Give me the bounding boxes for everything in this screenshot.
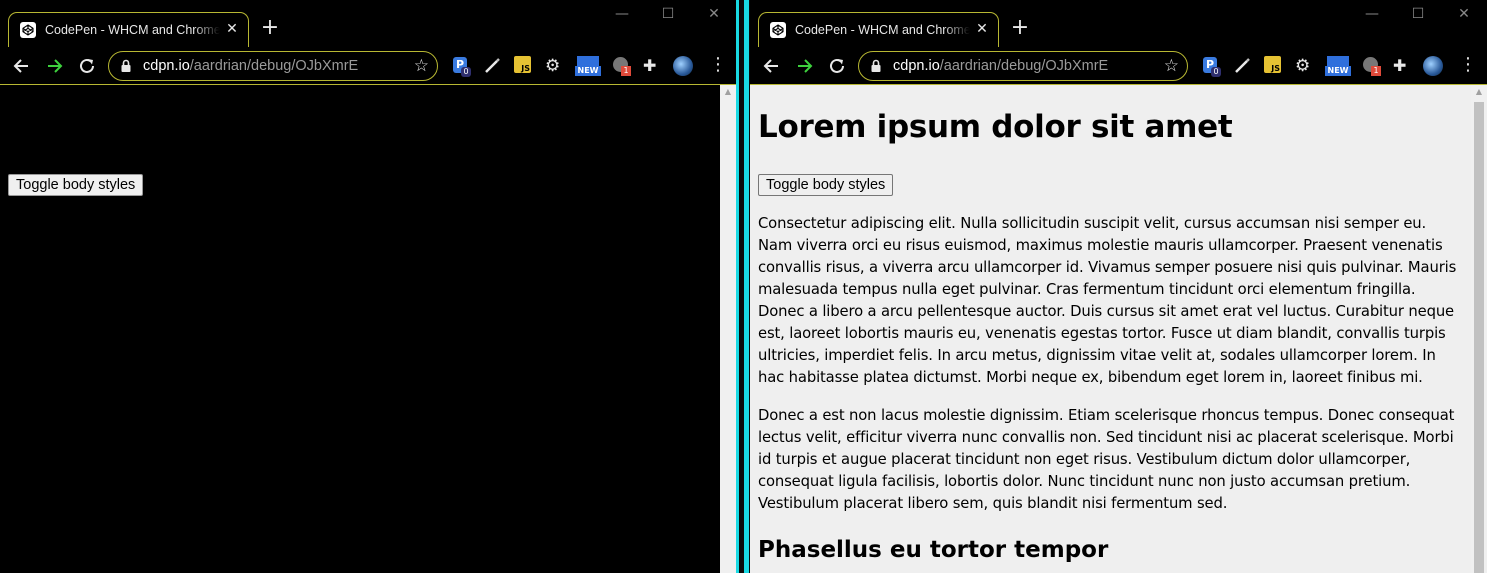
- codepen-icon: [20, 22, 36, 38]
- reload-icon[interactable]: [826, 55, 848, 77]
- lock-icon: [121, 59, 131, 72]
- toolbar: cdpn.io/aardrian/debug/OJbXmrE ☆ P 0 JS …: [0, 47, 736, 85]
- lock-icon: [871, 59, 881, 72]
- p-extension-icon[interactable]: P 0: [1201, 56, 1221, 77]
- close-window-icon[interactable]: ✕: [1454, 6, 1474, 22]
- paragraph: Donec a est non lacus molestie dignissim…: [758, 407, 1455, 512]
- bookmark-star-icon[interactable]: ☆: [1164, 56, 1179, 76]
- js-extension-icon[interactable]: JS: [1264, 56, 1281, 73]
- tab-close-icon[interactable]: ✕: [974, 21, 990, 37]
- back-arrow-icon[interactable]: [761, 55, 783, 77]
- browser-window-left: CodePen - WHCM and Chrome Extension ✕ + …: [0, 0, 736, 573]
- js-extension-icon[interactable]: JS: [514, 56, 531, 73]
- codepen-icon: [770, 22, 786, 38]
- tab-strip: CodePen - WHCM and Chrome Extension ✕ + …: [750, 0, 1487, 47]
- address-bar[interactable]: cdpn.io/aardrian/debug/OJbXmrE ☆: [858, 51, 1188, 81]
- tab-strip: CodePen - WHCM and Chrome Extension ✕ + …: [0, 0, 736, 47]
- tab-title: CodePen - WHCM and Chrome Extension: [45, 23, 220, 37]
- paragraph: Consectetur adipiscing elit. Nulla solli…: [758, 215, 1457, 386]
- new-tab-button[interactable]: +: [259, 17, 281, 39]
- scrollbar[interactable]: ▲: [720, 85, 736, 573]
- scroll-thumb[interactable]: [1474, 102, 1484, 573]
- new-extension-icon[interactable]: NEW: [575, 56, 601, 76]
- tab-close-icon[interactable]: ✕: [224, 21, 240, 37]
- toggle-body-styles-button[interactable]: Toggle body styles: [758, 174, 894, 196]
- kebab-menu-icon[interactable]: ⋮: [709, 55, 727, 75]
- gear-extension-icon[interactable]: ⚙: [545, 56, 565, 76]
- maximize-icon[interactable]: ☐: [658, 6, 678, 22]
- pen-extension-icon[interactable]: [482, 56, 502, 76]
- section-heading: Phasellus eu tortor tempor: [758, 537, 1109, 563]
- bookmark-star-icon[interactable]: ☆: [414, 56, 429, 76]
- new-extension-icon[interactable]: NEW: [1325, 56, 1351, 76]
- page-viewport-dark: Toggle body styles ▲: [0, 85, 736, 573]
- page-heading: Lorem ipsum dolor sit amet: [758, 109, 1233, 145]
- globe-profile-icon[interactable]: [1423, 56, 1443, 76]
- gear-extension-icon[interactable]: ⚙: [1295, 56, 1315, 76]
- address-bar[interactable]: cdpn.io/aardrian/debug/OJbXmrE ☆: [108, 51, 438, 81]
- puzzle-extension-icon[interactable]: ✚: [643, 56, 663, 76]
- close-window-icon[interactable]: ✕: [704, 6, 724, 22]
- grey-extension-icon[interactable]: 1: [612, 56, 632, 76]
- toolbar: cdpn.io/aardrian/debug/OJbXmrE ☆ P 0 JS …: [750, 47, 1487, 85]
- scroll-up-arrow-icon[interactable]: ▲: [1471, 85, 1487, 99]
- new-tab-button[interactable]: +: [1009, 17, 1031, 39]
- tab-codepen[interactable]: CodePen - WHCM and Chrome Extension ✕: [8, 12, 249, 47]
- puzzle-extension-icon[interactable]: ✚: [1393, 56, 1413, 76]
- minimize-icon[interactable]: —: [1362, 6, 1382, 22]
- url-text: cdpn.io/aardrian/debug/OJbXmrE: [893, 58, 1109, 74]
- pen-extension-icon[interactable]: [1232, 56, 1252, 76]
- tab-title: CodePen - WHCM and Chrome Extension: [795, 23, 970, 37]
- kebab-menu-icon[interactable]: ⋮: [1459, 55, 1477, 75]
- back-arrow-icon[interactable]: [11, 55, 33, 77]
- globe-profile-icon[interactable]: [673, 56, 693, 76]
- grey-extension-icon[interactable]: 1: [1362, 56, 1382, 76]
- scrollbar[interactable]: ▲: [1471, 85, 1487, 573]
- toggle-body-styles-button[interactable]: Toggle body styles: [8, 174, 144, 196]
- scroll-up-arrow-icon[interactable]: ▲: [720, 85, 736, 99]
- url-text: cdpn.io/aardrian/debug/OJbXmrE: [143, 58, 359, 74]
- minimize-icon[interactable]: —: [612, 6, 632, 22]
- tab-codepen[interactable]: CodePen - WHCM and Chrome Extension ✕: [758, 12, 999, 47]
- forward-arrow-icon[interactable]: [43, 55, 65, 77]
- p-extension-icon[interactable]: P 0: [451, 56, 471, 77]
- reload-icon[interactable]: [76, 55, 98, 77]
- page-viewport-light: Lorem ipsum dolor sit amet Consectetur a…: [750, 85, 1487, 573]
- maximize-icon[interactable]: ☐: [1408, 6, 1428, 22]
- browser-window-right: CodePen - WHCM and Chrome Extension ✕ + …: [750, 0, 1487, 573]
- forward-arrow-icon[interactable]: [793, 55, 815, 77]
